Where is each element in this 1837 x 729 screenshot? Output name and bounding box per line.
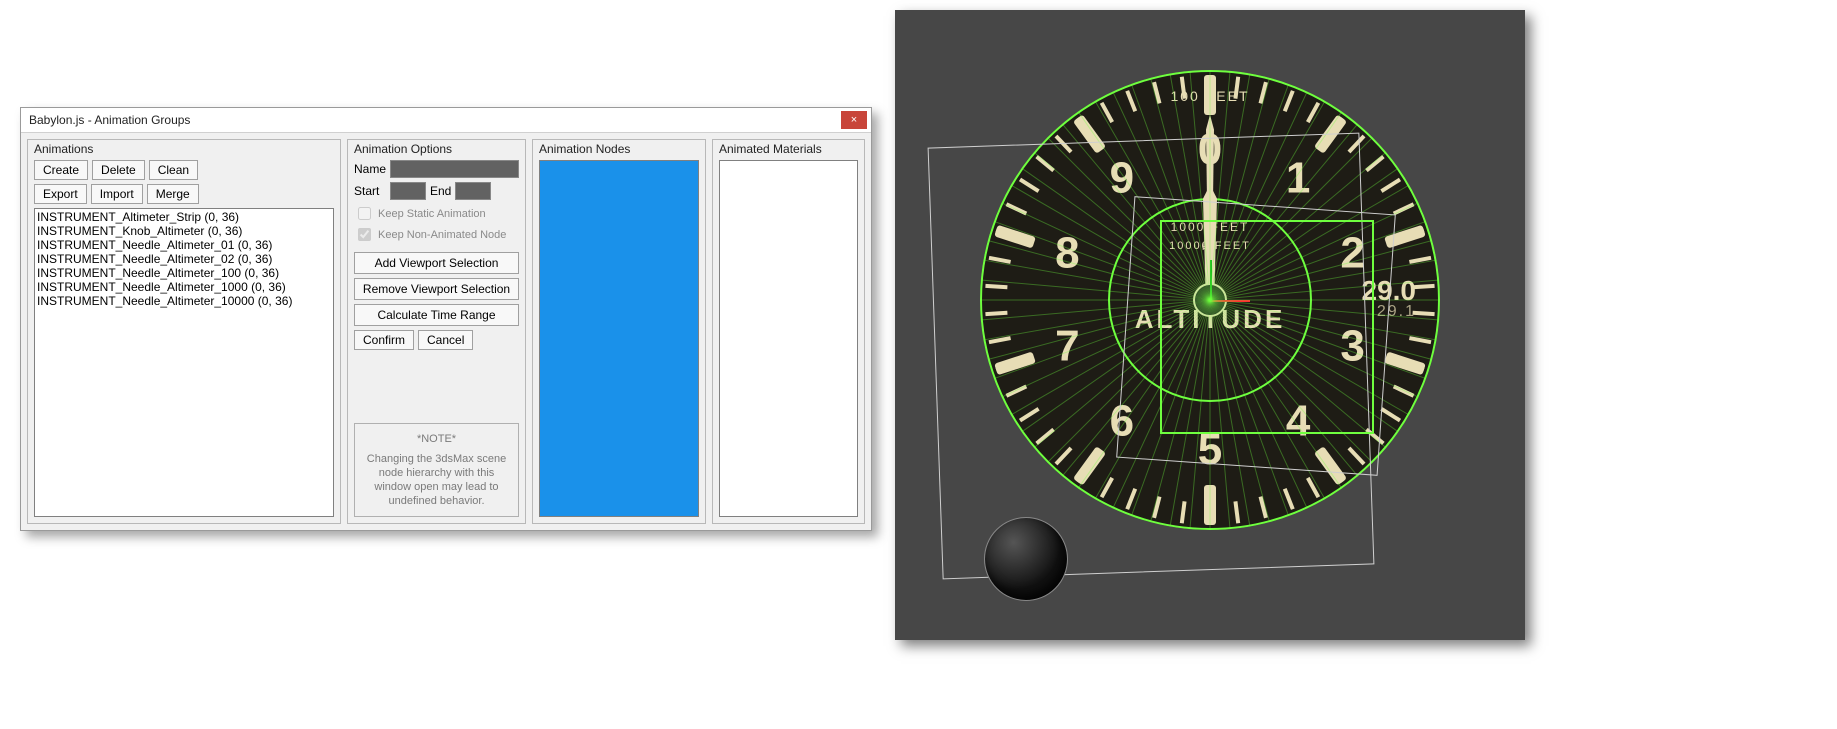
materials-label: Animated Materials bbox=[719, 142, 858, 156]
close-button[interactable]: × bbox=[841, 111, 867, 129]
remove-viewport-button[interactable]: Remove Viewport Selection bbox=[354, 278, 519, 300]
list-item[interactable]: INSTRUMENT_Needle_Altimeter_1000 (0, 36) bbox=[37, 280, 331, 294]
nodes-label: Animation Nodes bbox=[539, 142, 699, 156]
keep-nonanim-checkbox[interactable] bbox=[358, 228, 371, 241]
feet-label-outer: 100 FEET bbox=[1170, 88, 1249, 104]
titlebar[interactable]: Babylon.js - Animation Groups × bbox=[21, 108, 871, 133]
list-item[interactable]: INSTRUMENT_Needle_Altimeter_01 (0, 36) bbox=[37, 238, 331, 252]
list-item[interactable]: INSTRUMENT_Needle_Altimeter_10000 (0, 36… bbox=[37, 294, 331, 308]
name-input[interactable] bbox=[390, 160, 519, 178]
animations-listbox[interactable]: INSTRUMENT_Altimeter_Strip (0, 36)INSTRU… bbox=[34, 208, 334, 517]
animation-nodes-listbox[interactable] bbox=[539, 160, 699, 517]
export-button[interactable]: Export bbox=[34, 184, 87, 204]
keep-nonanim-label: Keep Non-Animated Node bbox=[378, 229, 506, 241]
animation-options-pane: Animation Options Name Start End Keep St… bbox=[347, 139, 526, 524]
animations-pane: Animations Create Delete Clean Export Im… bbox=[27, 139, 341, 524]
end-label: End bbox=[430, 184, 451, 198]
calc-time-button[interactable]: Calculate Time Range bbox=[354, 304, 519, 326]
animated-materials-pane: Animated Materials bbox=[712, 139, 865, 524]
animation-nodes-pane: Animation Nodes bbox=[532, 139, 706, 524]
list-item[interactable]: INSTRUMENT_Knob_Altimeter (0, 36) bbox=[37, 224, 331, 238]
animation-groups-dialog: Babylon.js - Animation Groups × Animatio… bbox=[20, 107, 872, 531]
list-item[interactable]: INSTRUMENT_Needle_Altimeter_100 (0, 36) bbox=[37, 266, 331, 280]
merge-button[interactable]: Merge bbox=[147, 184, 199, 204]
animations-label: Animations bbox=[34, 142, 334, 156]
list-item[interactable]: INSTRUMENT_Altimeter_Strip (0, 36) bbox=[37, 210, 331, 224]
start-label: Start bbox=[354, 184, 386, 198]
delete-button[interactable]: Delete bbox=[92, 160, 145, 180]
note-title: *NOTE* bbox=[359, 432, 514, 446]
clean-button[interactable]: Clean bbox=[149, 160, 198, 180]
options-label: Animation Options bbox=[354, 142, 519, 156]
start-input[interactable] bbox=[390, 182, 426, 200]
end-input[interactable] bbox=[455, 182, 491, 200]
add-viewport-button[interactable]: Add Viewport Selection bbox=[354, 252, 519, 274]
note-text: Changing the 3dsMax scene node hierarchy… bbox=[359, 452, 514, 508]
viewport-3d[interactable]: 100 FEET 1000 FEET 10000 FEET Hz ALTITUD… bbox=[895, 10, 1525, 640]
create-button[interactable]: Create bbox=[34, 160, 88, 180]
altimeter-knob[interactable] bbox=[985, 518, 1067, 600]
cancel-button[interactable]: Cancel bbox=[418, 330, 473, 350]
keep-static-checkbox[interactable] bbox=[358, 207, 371, 220]
selection-box bbox=[1160, 220, 1374, 434]
animated-materials-listbox[interactable] bbox=[719, 160, 858, 517]
close-icon: × bbox=[851, 115, 857, 126]
keep-static-label: Keep Static Animation bbox=[378, 208, 486, 220]
window-title: Babylon.js - Animation Groups bbox=[29, 113, 190, 127]
note-box: *NOTE* Changing the 3dsMax scene node hi… bbox=[354, 423, 519, 517]
import-button[interactable]: Import bbox=[91, 184, 143, 204]
confirm-button[interactable]: Confirm bbox=[354, 330, 414, 350]
list-item[interactable]: INSTRUMENT_Needle_Altimeter_02 (0, 36) bbox=[37, 252, 331, 266]
name-label: Name bbox=[354, 162, 386, 176]
